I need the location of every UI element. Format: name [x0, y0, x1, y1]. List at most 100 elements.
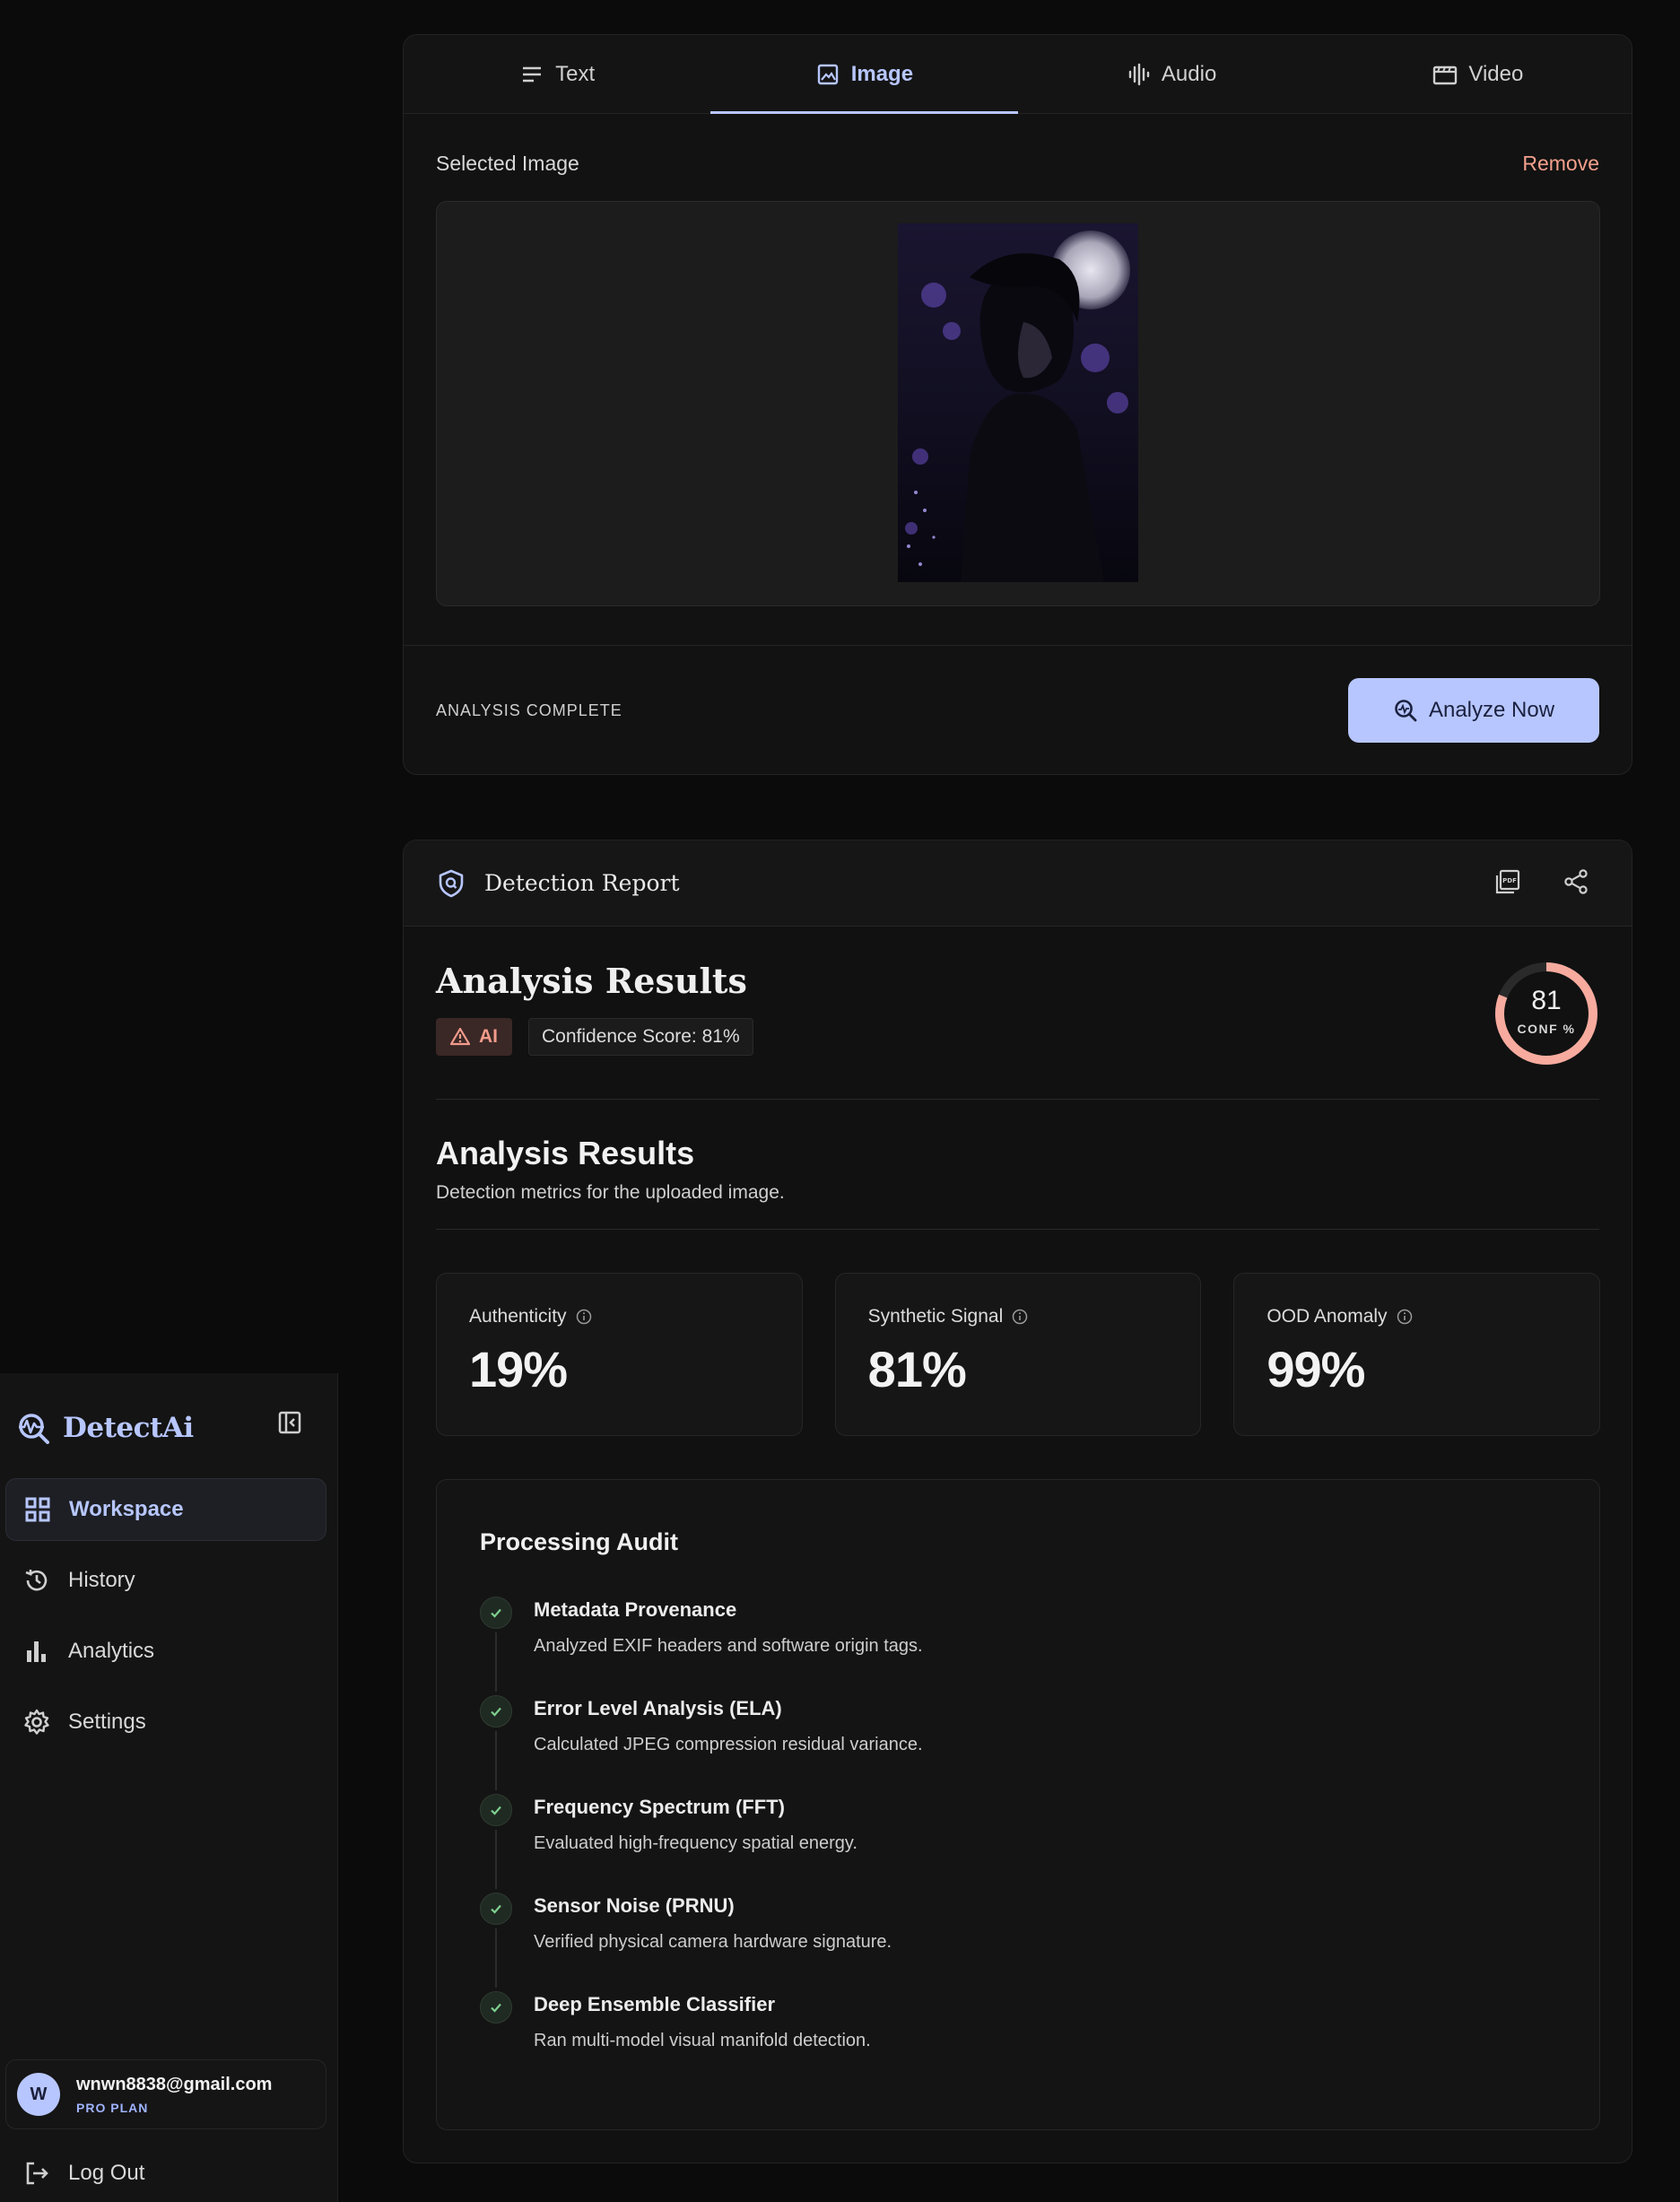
pdf-icon: PDF	[1495, 869, 1520, 894]
search-scan-icon	[1393, 698, 1418, 723]
warning-icon	[450, 1027, 470, 1047]
remove-button[interactable]: Remove	[1522, 152, 1599, 176]
metric-value: 81%	[867, 1341, 967, 1397]
sidebar-item-settings[interactable]: Settings	[5, 1691, 326, 1754]
sidebar-collapse-icon	[278, 1411, 301, 1434]
step-description: Ran multi-model visual manifold detectio…	[534, 2031, 871, 2050]
ai-verdict-label: AI	[479, 1026, 498, 1047]
detect-logo-icon	[19, 1414, 49, 1444]
confidence-gauge: 81 CONF %	[1493, 961, 1599, 1066]
audio-wave-icon	[1126, 62, 1151, 87]
metric-value: 99%	[1267, 1341, 1365, 1397]
collapse-sidebar-button[interactable]	[274, 1407, 305, 1438]
section-subtitle: Detection metrics for the uploaded image…	[436, 1182, 785, 1203]
analyze-now-button[interactable]: Analyze Now	[1348, 678, 1599, 743]
tab-label: Text	[555, 61, 596, 86]
step-title: Sensor Noise (PRNU)	[534, 1894, 735, 1917]
ai-verdict-badge: AI	[436, 1018, 512, 1056]
metric-label: Synthetic Signal	[867, 1306, 1004, 1327]
audit-step: Error Level Analysis (ELA) Calculated JP…	[480, 1695, 1511, 1794]
metric-card-synthetic-signal: Synthetic Signal 81%	[834, 1273, 1202, 1436]
text-lines-icon	[519, 62, 544, 87]
step-title: Frequency Spectrum (FFT)	[534, 1796, 785, 1818]
image-preview-container	[436, 201, 1600, 606]
check-icon	[480, 1794, 512, 1826]
image-icon	[815, 62, 840, 87]
upload-panel: Text Image Audio Video Selected Image Re…	[403, 34, 1632, 775]
share-icon	[1564, 869, 1588, 894]
tab-text[interactable]: Text	[404, 35, 710, 113]
tab-audio[interactable]: Audio	[1018, 35, 1325, 113]
step-description: Evaluated high-frequency spatial energy.	[534, 1833, 857, 1853]
step-description: Analyzed EXIF headers and software origi…	[534, 1636, 923, 1656]
report-title: Detection Report	[484, 870, 680, 896]
metric-card-authenticity: Authenticity 19%	[436, 1273, 803, 1436]
metric-value: 19%	[469, 1341, 568, 1397]
processing-audit: Processing Audit Metadata Provenance Ana…	[436, 1479, 1600, 2130]
audit-step: Deep Ensemble Classifier Ran multi-model…	[480, 1991, 1511, 2090]
user-card[interactable]: W wnwn8838@gmail.com PRO PLAN	[5, 2059, 326, 2129]
sidebar-item-workspace[interactable]: Workspace	[5, 1478, 326, 1541]
divider	[436, 1229, 1599, 1230]
audit-step: Sensor Noise (PRNU) Verified physical ca…	[480, 1893, 1511, 1991]
brand[interactable]: DetectAi	[16, 1407, 194, 1449]
logout-icon	[23, 2160, 50, 2187]
tab-label: Image	[850, 61, 914, 86]
audit-step: Metadata Provenance Analyzed EXIF header…	[480, 1597, 1511, 1695]
tab-video[interactable]: Video	[1325, 35, 1632, 113]
grid-icon	[24, 1496, 51, 1523]
info-icon[interactable]	[576, 1309, 592, 1325]
detection-report: Detection Report PDF Analysis Results AI…	[403, 840, 1632, 2163]
check-icon	[480, 1695, 512, 1728]
shield-icon	[439, 869, 464, 897]
step-connector	[495, 1731, 497, 1790]
confidence-score-badge: Confidence Score: 81%	[528, 1018, 753, 1056]
clapperboard-icon	[1432, 62, 1458, 87]
media-tabs: Text Image Audio Video	[404, 35, 1632, 114]
section-title: Analysis Results	[436, 1135, 695, 1171]
selected-image-label: Selected Image	[436, 152, 579, 175]
metric-label: OOD Anomaly	[1267, 1306, 1388, 1327]
info-icon[interactable]	[1397, 1309, 1413, 1325]
report-header: Detection Report PDF	[404, 840, 1632, 927]
audit-step: Frequency Spectrum (FFT) Evaluated high-…	[480, 1794, 1511, 1893]
tab-image[interactable]: Image	[710, 35, 1018, 114]
analysis-results-title: Analysis Results	[436, 961, 747, 1001]
step-connector	[495, 1830, 497, 1889]
sidebar-nav: Workspace History Analytics Settings	[5, 1478, 326, 1762]
info-icon[interactable]	[1012, 1309, 1028, 1325]
step-description: Verified physical camera hardware signat…	[534, 1932, 892, 1952]
bar-chart-icon	[23, 1638, 50, 1665]
sidebar-item-label: Workspace	[69, 1497, 184, 1521]
check-icon	[480, 1991, 512, 2024]
audit-title: Processing Audit	[480, 1528, 679, 1555]
metric-card-ood-anomaly: OOD Anomaly 99%	[1233, 1273, 1601, 1436]
sidebar: DetectAi Workspace History Analytics Set…	[0, 1373, 338, 2202]
avatar: W	[17, 2073, 60, 2116]
sidebar-item-history[interactable]: History	[5, 1549, 326, 1612]
tab-label: Audio	[1161, 61, 1217, 86]
analysis-status: ANALYSIS COMPLETE	[436, 701, 622, 719]
logout-label: Log Out	[68, 2161, 145, 2185]
step-title: Error Level Analysis (ELA)	[534, 1697, 782, 1719]
share-button[interactable]	[1560, 866, 1592, 898]
gear-icon	[23, 1709, 50, 1736]
logout-button[interactable]: Log Out	[23, 2154, 144, 2193]
step-title: Deep Ensemble Classifier	[534, 1993, 776, 2015]
sidebar-item-label: Analytics	[68, 1639, 155, 1663]
divider	[436, 1099, 1599, 1100]
step-description: Calculated JPEG compression residual var…	[534, 1735, 923, 1754]
history-icon	[23, 1567, 50, 1594]
sidebar-item-label: History	[68, 1568, 135, 1592]
tab-label: Video	[1468, 61, 1524, 86]
check-icon	[480, 1597, 512, 1629]
user-email: wnwn8838@gmail.com	[76, 2074, 273, 2094]
check-icon	[480, 1893, 512, 1925]
audit-steps: Metadata Provenance Analyzed EXIF header…	[480, 1597, 1511, 2090]
upload-footer: ANALYSIS COMPLETE Analyze Now	[404, 645, 1632, 774]
step-connector	[495, 1928, 497, 1988]
svg-text:PDF: PDF	[1502, 877, 1517, 884]
analyze-now-label: Analyze Now	[1428, 698, 1555, 722]
pdf-export-button[interactable]: PDF	[1492, 866, 1524, 898]
sidebar-item-analytics[interactable]: Analytics	[5, 1620, 326, 1683]
